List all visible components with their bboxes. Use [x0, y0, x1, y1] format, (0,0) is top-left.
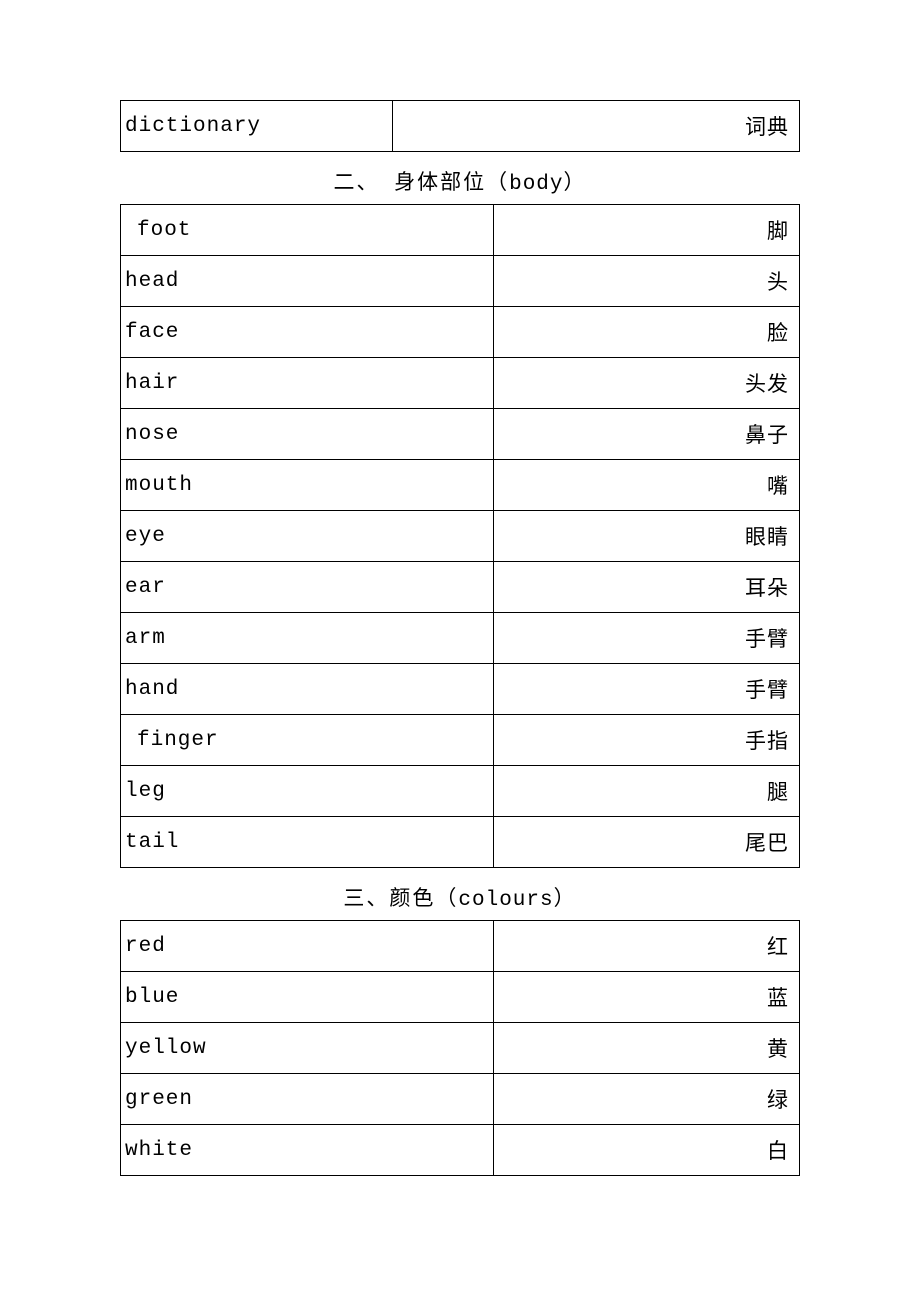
chinese-cell: 手臂	[494, 613, 800, 664]
english-cell: hair	[121, 358, 494, 409]
table-row: nose鼻子	[121, 409, 800, 460]
table-row: head头	[121, 256, 800, 307]
chinese-cell: 词典	[392, 101, 799, 152]
table-row: hair头发	[121, 358, 800, 409]
table-row: tail尾巴	[121, 817, 800, 868]
english-cell: tail	[121, 817, 494, 868]
section-heading-colours: 三、颜色（colours）	[120, 868, 800, 920]
table-row: ear耳朵	[121, 562, 800, 613]
english-cell: ear	[121, 562, 494, 613]
top-table: dictionary 词典	[120, 100, 800, 152]
english-cell: yellow	[121, 1023, 494, 1074]
english-cell: red	[121, 921, 494, 972]
english-cell: face	[121, 307, 494, 358]
chinese-cell: 手指	[494, 715, 800, 766]
table-row: green绿	[121, 1074, 800, 1125]
table-row: mouth嘴	[121, 460, 800, 511]
chinese-cell: 尾巴	[494, 817, 800, 868]
heading-prefix: 三、颜色（	[343, 889, 458, 912]
heading-suffix: ）	[554, 889, 577, 912]
table-row: yellow黄	[121, 1023, 800, 1074]
table-row: face脸	[121, 307, 800, 358]
section-heading-body: 二、 身体部位（body）	[120, 152, 800, 204]
chinese-cell: 眼睛	[494, 511, 800, 562]
chinese-cell: 腿	[494, 766, 800, 817]
english-cell: nose	[121, 409, 494, 460]
table-row: leg腿	[121, 766, 800, 817]
table-row: red红	[121, 921, 800, 972]
body-table: foot脚 head头 face脸 hair头发 nose鼻子 mouth嘴 e…	[120, 204, 800, 868]
table-row: blue蓝	[121, 972, 800, 1023]
chinese-cell: 头	[494, 256, 800, 307]
table-row: hand手臂	[121, 664, 800, 715]
chinese-cell: 红	[494, 921, 800, 972]
chinese-cell: 耳朵	[494, 562, 800, 613]
chinese-cell: 绿	[494, 1074, 800, 1125]
table-row: finger手指	[121, 715, 800, 766]
table-row: dictionary 词典	[121, 101, 800, 152]
english-cell: arm	[121, 613, 494, 664]
chinese-cell: 头发	[494, 358, 800, 409]
english-cell: dictionary	[121, 101, 393, 152]
chinese-cell: 鼻子	[494, 409, 800, 460]
table-row: arm手臂	[121, 613, 800, 664]
chinese-cell: 脸	[494, 307, 800, 358]
english-cell: head	[121, 256, 494, 307]
chinese-cell: 手臂	[494, 664, 800, 715]
table-row: eye眼睛	[121, 511, 800, 562]
chinese-cell: 黄	[494, 1023, 800, 1074]
english-cell: blue	[121, 972, 494, 1023]
chinese-cell: 嘴	[494, 460, 800, 511]
heading-suffix: ）	[564, 173, 587, 196]
chinese-cell: 脚	[494, 205, 800, 256]
english-cell: finger	[121, 715, 494, 766]
english-cell: hand	[121, 664, 494, 715]
english-cell: mouth	[121, 460, 494, 511]
english-cell: foot	[121, 205, 494, 256]
page: dictionary 词典 二、 身体部位（body） foot脚 head头 …	[0, 0, 920, 1236]
english-cell: green	[121, 1074, 494, 1125]
chinese-cell: 蓝	[494, 972, 800, 1023]
english-cell: white	[121, 1125, 494, 1176]
heading-prefix: 二、 身体部位（	[333, 173, 509, 196]
table-row: white白	[121, 1125, 800, 1176]
heading-mono: body	[509, 173, 563, 196]
colours-table: red红 blue蓝 yellow黄 green绿 white白	[120, 920, 800, 1176]
english-cell: eye	[121, 511, 494, 562]
chinese-cell: 白	[494, 1125, 800, 1176]
table-row: foot脚	[121, 205, 800, 256]
english-cell: leg	[121, 766, 494, 817]
heading-mono: colours	[458, 889, 553, 912]
